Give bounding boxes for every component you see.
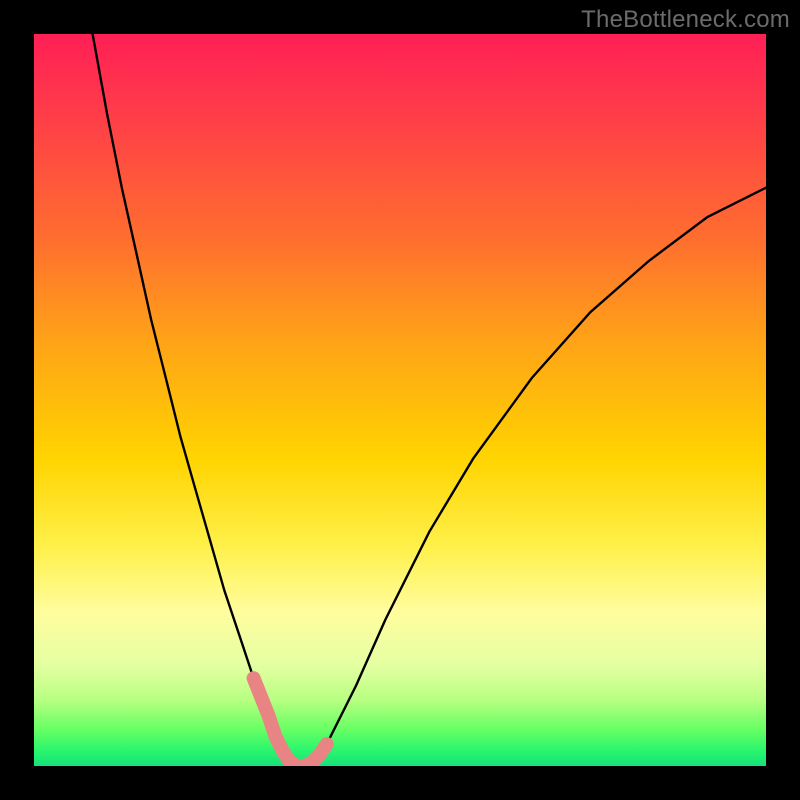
watermark-text: TheBottleneck.com [581,6,790,34]
bottleneck-curve-path [93,34,766,766]
chart-frame: TheBottleneck.com [0,0,800,800]
chart-plot-area [34,34,766,766]
chart-svg [34,34,766,766]
highlight-segment-path [254,678,327,766]
